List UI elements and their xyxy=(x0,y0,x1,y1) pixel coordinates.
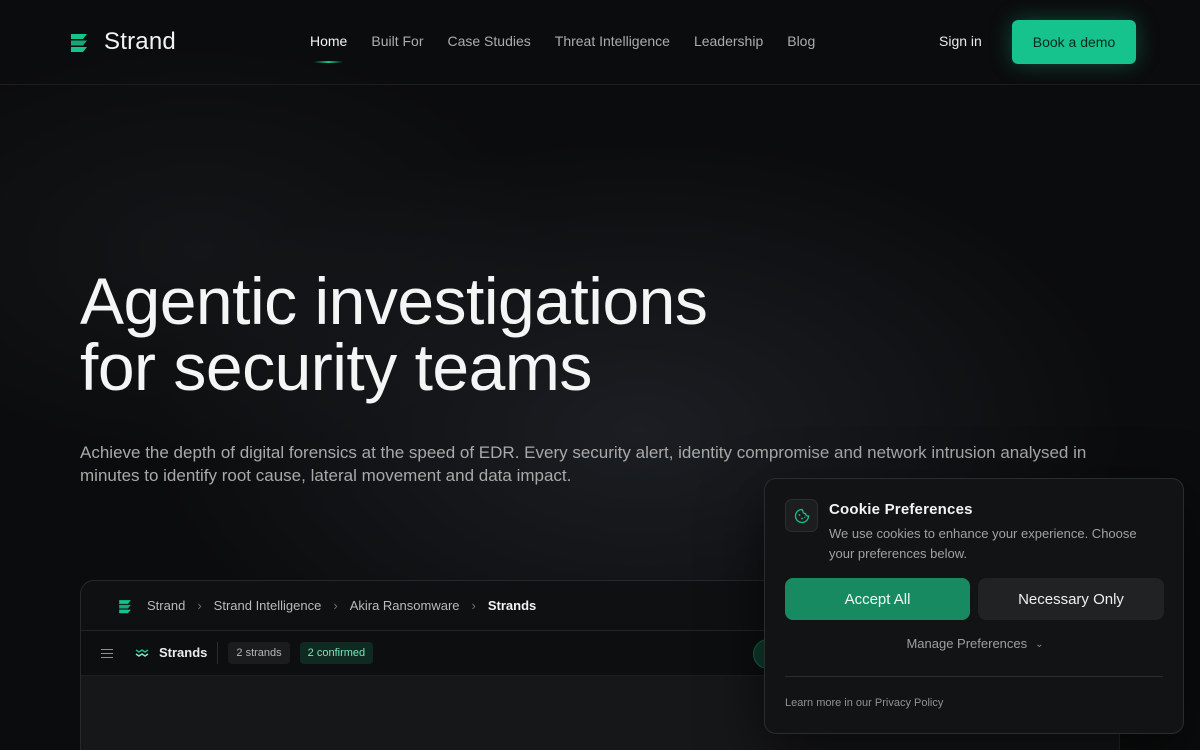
cookie-banner: Cookie Preferences We use cookies to enh… xyxy=(764,478,1184,734)
nav-link-threat-intelligence[interactable]: Threat Intelligence xyxy=(555,33,670,49)
chevron-right-icon: › xyxy=(197,598,202,613)
strands-count-badge: 2 strands xyxy=(228,642,290,664)
breadcrumb-item-strand[interactable]: Strand xyxy=(147,598,185,613)
top-nav: Strand Home Built For Case Studies Threa… xyxy=(0,0,1200,85)
nav-link-case-studies[interactable]: Case Studies xyxy=(447,33,530,49)
sign-in-link[interactable]: Sign in xyxy=(939,33,982,49)
hero-title-line-2: for security teams xyxy=(80,330,592,404)
book-demo-button[interactable]: Book a demo xyxy=(1012,20,1136,64)
hero-title: Agentic investigations for security team… xyxy=(80,268,840,400)
privacy-policy-link[interactable]: Learn more in our Privacy Policy xyxy=(785,697,943,709)
manage-preferences-label: Manage Preferences xyxy=(906,636,1028,651)
breadcrumb-item-akira[interactable]: Akira Ransomware xyxy=(350,598,460,613)
divider xyxy=(785,676,1163,677)
confirmed-badge: 2 confirmed xyxy=(299,642,374,664)
toolbar-title: Strands xyxy=(159,642,219,664)
accept-all-button[interactable]: Accept All xyxy=(785,578,970,620)
strands-icon xyxy=(135,649,149,657)
nav-link-built-for[interactable]: Built For xyxy=(371,33,423,49)
cookie-description: We use cookies to enhance your experienc… xyxy=(829,526,1137,561)
nav-link-blog[interactable]: Blog xyxy=(787,33,815,49)
manage-preferences-toggle[interactable]: Manage Preferences ⌄ xyxy=(765,636,1185,651)
chevron-down-icon: ⌄ xyxy=(1035,639,1044,650)
necessary-only-button[interactable]: Necessary Only xyxy=(978,578,1164,620)
brand-logo[interactable]: Strand xyxy=(68,28,176,56)
breadcrumb-item-strands: Strands xyxy=(487,598,537,613)
breadcrumb-item-intelligence[interactable]: Strand Intelligence xyxy=(214,598,322,613)
nav-link-leadership[interactable]: Leadership xyxy=(694,33,763,49)
nav-link-home[interactable]: Home xyxy=(310,33,347,63)
chevron-right-icon: › xyxy=(471,598,476,613)
cookie-icon xyxy=(785,499,818,532)
strand-logo-icon xyxy=(119,599,131,613)
hero-title-line-1: Agentic investigations xyxy=(80,264,708,338)
brand-name: Strand xyxy=(104,28,176,55)
strand-logo-icon xyxy=(71,34,87,52)
cookie-title: Cookie Preferences xyxy=(829,501,973,518)
menu-icon[interactable] xyxy=(101,648,113,658)
chevron-right-icon: › xyxy=(333,598,338,613)
nav-links: Home Built For Case Studies Threat Intel… xyxy=(310,33,815,63)
